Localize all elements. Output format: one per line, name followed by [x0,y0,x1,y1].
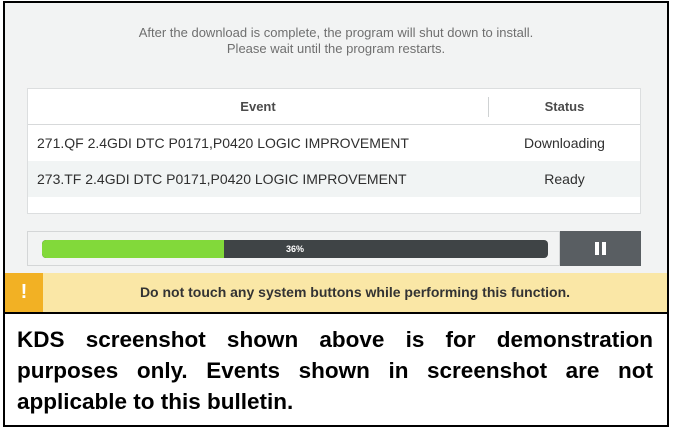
event-cell: 273.TF 2.4GDI DTC P0171,P0420 LOGIC IMPR… [37,171,407,187]
disclaimer-text: KDS screenshot shown above is for demons… [17,327,653,414]
progress-container: 36% [27,231,560,266]
pause-button[interactable] [560,231,641,266]
notice-line-1: After the download is complete, the prog… [138,25,534,40]
download-notice: After the download is complete, the prog… [5,25,667,57]
progress-bar: 36% [42,240,548,258]
kds-screen: After the download is complete, the prog… [5,3,667,312]
table-row[interactable]: 273.TF 2.4GDI DTC P0171,P0420 LOGIC IMPR… [28,161,640,197]
events-table: Event Status 271.QF 2.4GDI DTC P0171,P04… [27,88,641,214]
warning-text: Do not touch any system buttons while pe… [139,284,571,300]
divider [5,312,667,314]
event-cell: 271.QF 2.4GDI DTC P0171,P0420 LOGIC IMPR… [37,135,409,151]
bulletin-figure: After the download is complete, the prog… [3,1,669,427]
pause-icon [595,242,607,255]
table-header: Event Status [28,89,640,125]
exclamation-icon: ! [5,273,43,312]
status-cell: Ready [544,171,585,187]
warning-banner: ! Do not touch any system buttons while … [5,273,667,312]
column-header-event: Event [240,99,276,114]
column-header-status: Status [544,99,585,114]
table-row[interactable]: 271.QF 2.4GDI DTC P0171,P0420 LOGIC IMPR… [28,125,640,162]
notice-line-2: Please wait until the program restarts. [226,41,446,56]
progress-percent: 36% [285,244,304,254]
status-cell: Downloading [524,135,605,151]
